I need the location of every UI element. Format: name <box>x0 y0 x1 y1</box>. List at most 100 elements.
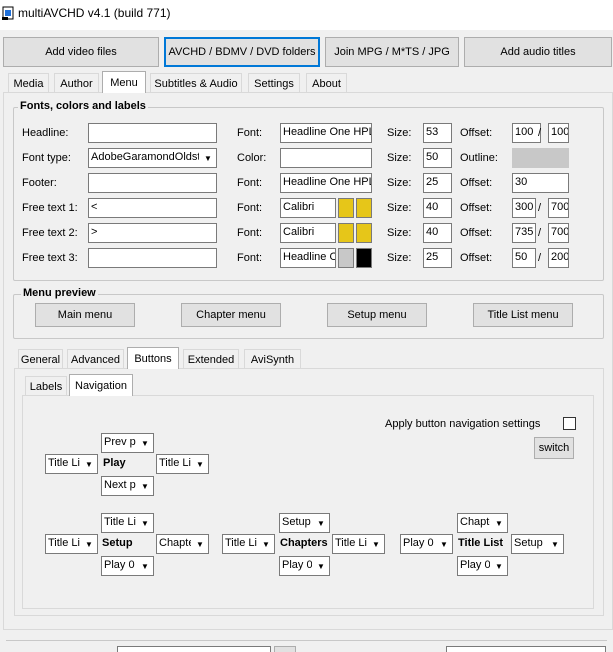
setup-up-value: Title List <box>104 516 136 528</box>
chapter-menu-button[interactable]: Chapter menu <box>181 303 281 327</box>
chevron-down-icon: ▼ <box>141 438 149 448</box>
chapters-right-select[interactable]: Title List ▼ <box>332 534 385 554</box>
headline-offset-y-input[interactable]: 100 <box>548 123 569 143</box>
subtab-avisynth[interactable]: AviSynth <box>244 349 301 369</box>
free2-color-swatch[interactable] <box>338 223 354 243</box>
free3-offset-x-input[interactable]: 50 <box>512 248 536 268</box>
tab-about[interactable]: About <box>306 73 347 93</box>
chevron-down-icon: ▼ <box>495 518 503 528</box>
subsubtab-labels[interactable]: Labels <box>25 376 67 396</box>
play-left-value: Title List <box>48 457 80 469</box>
free1-size-label: Size: <box>387 202 412 214</box>
chapters-left-select[interactable]: Title List ▼ <box>222 534 275 554</box>
free3-offset-slash: / <box>538 252 542 264</box>
free2-offset-y-input[interactable]: 700 <box>548 223 569 243</box>
free1-offset-y-input[interactable]: 700 <box>548 198 569 218</box>
setup-right-select[interactable]: Chapters ▼ <box>156 534 209 554</box>
footer-size-input[interactable]: 25 <box>423 173 452 193</box>
headline-font-input[interactable]: Headline One HPLHS <box>280 123 372 143</box>
chapters-down-select[interactable]: Play 0 ▼ <box>279 556 330 576</box>
free2-outline-swatch[interactable] <box>356 223 372 243</box>
play-up-select[interactable]: Prev page ▼ <box>101 433 154 453</box>
footer-offset-input[interactable]: 30 <box>512 173 569 193</box>
free2-offset-label: Offset: <box>460 227 493 239</box>
bottom-field-right[interactable] <box>446 646 606 652</box>
subtab-extended[interactable]: Extended <box>183 349 239 369</box>
free1-offset-x-input[interactable]: 300 <box>512 198 536 218</box>
setup-up-select[interactable]: Title List ▼ <box>101 513 154 533</box>
fonttype-size-input[interactable]: 50 <box>423 148 452 168</box>
footer-font-input[interactable]: Headline One HPLHS <box>280 173 372 193</box>
avchd-folders-button[interactable]: AVCHD / BDMV / DVD folders <box>164 37 320 67</box>
apply-navigation-checkbox[interactable] <box>563 417 576 430</box>
headline-size-input[interactable]: 53 <box>423 123 452 143</box>
free1-input[interactable]: < <box>88 198 217 218</box>
add-video-button[interactable]: Add video files <box>3 37 159 67</box>
footer-offset-label: Offset: <box>460 177 493 189</box>
free3-outline-swatch[interactable] <box>356 248 372 268</box>
footer-font-label: Font: <box>237 177 263 189</box>
chevron-down-icon: ▼ <box>495 561 503 571</box>
subtab-buttons[interactable]: Buttons <box>127 347 179 369</box>
bottom-field[interactable] <box>117 646 271 652</box>
setup-menu-button[interactable]: Setup menu <box>327 303 427 327</box>
setup-down-value: Play 0 <box>104 559 135 571</box>
free3-size-label: Size: <box>387 252 412 264</box>
free3-color-swatch[interactable] <box>338 248 354 268</box>
chapters-up-value: Setup <box>282 516 311 528</box>
titlelist-up-select[interactable]: Chapters ▼ <box>457 513 508 533</box>
titlelist-right-select[interactable]: Setup ▼ <box>511 534 564 554</box>
titlelist-left-select[interactable]: Play 0 ▼ <box>400 534 453 554</box>
main-menu-button[interactable]: Main menu <box>35 303 135 327</box>
tab-author[interactable]: Author <box>54 73 99 93</box>
play-down-value: Next page <box>104 479 136 491</box>
free1-size-input[interactable]: 40 <box>423 198 452 218</box>
title-list-menu-button[interactable]: Title List menu <box>473 303 573 327</box>
outline-color-box[interactable] <box>512 148 569 168</box>
free3-font-input[interactable]: Headline One <box>280 248 336 268</box>
tab-media[interactable]: Media <box>8 73 49 93</box>
free1-color-swatch[interactable] <box>338 198 354 218</box>
play-left-select[interactable]: Title List ▼ <box>45 454 98 474</box>
play-right-value: Title List <box>159 457 191 469</box>
chevron-down-icon: ▼ <box>372 539 380 549</box>
free3-size-input[interactable]: 25 <box>423 248 452 268</box>
free2-input[interactable]: > <box>88 223 217 243</box>
add-audio-button[interactable]: Add audio titles <box>464 37 612 67</box>
play-down-select[interactable]: Next page ▼ <box>101 476 154 496</box>
subtab-advanced[interactable]: Advanced <box>67 349 124 369</box>
setup-down-select[interactable]: Play 0 ▼ <box>101 556 154 576</box>
free2-offset-x-input[interactable]: 735 <box>512 223 536 243</box>
bottom-button[interactable] <box>274 646 296 652</box>
tab-menu[interactable]: Menu <box>102 71 146 93</box>
titlelist-left-value: Play 0 <box>403 537 434 549</box>
play-right-select[interactable]: Title List ▼ <box>156 454 209 474</box>
subsubtab-navigation[interactable]: Navigation <box>69 374 133 396</box>
setup-left-select[interactable]: Title List ▼ <box>45 534 98 554</box>
free1-outline-swatch[interactable] <box>356 198 372 218</box>
free2-font-input[interactable]: Calibri <box>280 223 336 243</box>
switch-button[interactable]: switch <box>534 437 574 459</box>
free3-offset-y-input[interactable]: 200 <box>548 248 569 268</box>
headline-font-label: Font: <box>237 127 263 139</box>
free1-font-input[interactable]: Calibri <box>280 198 336 218</box>
footer-input[interactable] <box>88 173 217 193</box>
chapters-up-select[interactable]: Setup ▼ <box>279 513 330 533</box>
free2-size-input[interactable]: 40 <box>423 223 452 243</box>
titlelist-up-value: Chapters <box>460 516 490 528</box>
color-input[interactable] <box>280 148 372 168</box>
join-mpg-button[interactable]: Join MPG / M*TS / JPG <box>325 37 459 67</box>
fonttype-select[interactable]: AdobeGaramondOldstyle ▼ <box>88 148 217 168</box>
tab-subtitles-audio[interactable]: Subtitles & Audio <box>150 73 242 93</box>
fonttype-label: Font type: <box>22 152 71 164</box>
headline-input[interactable] <box>88 123 217 143</box>
titlelist-down-select[interactable]: Play 0 ▼ <box>457 556 508 576</box>
headline-offset-x-input[interactable]: 100 <box>512 123 541 143</box>
chevron-down-icon: ▼ <box>141 561 149 571</box>
free3-input[interactable] <box>88 248 217 268</box>
free1-label: Free text 1: <box>22 202 78 214</box>
tab-settings[interactable]: Settings <box>248 73 300 93</box>
headline-label: Headline: <box>22 127 69 139</box>
subtab-general[interactable]: General <box>18 349 63 369</box>
chapters-down-value: Play 0 <box>282 559 312 571</box>
